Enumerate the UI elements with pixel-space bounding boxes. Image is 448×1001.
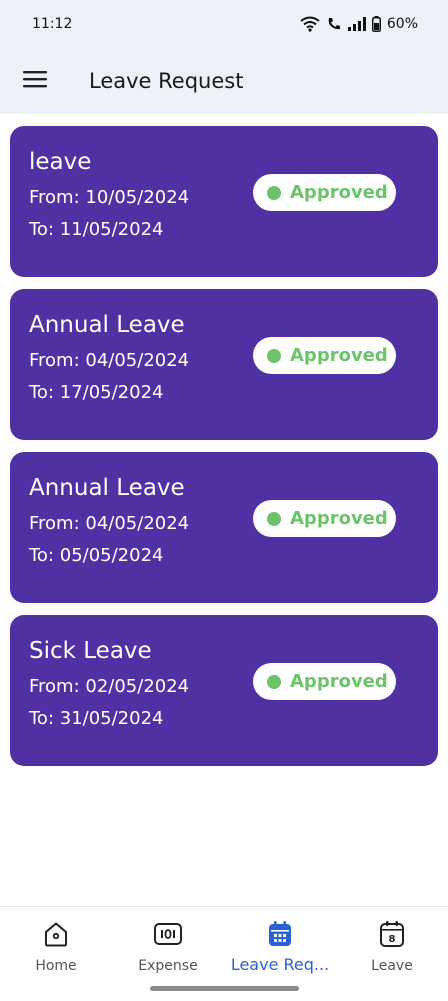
nav-label-leave-request: Leave Req... bbox=[230, 955, 330, 974]
leave-request-list: leave From: 10/05/2024 To: 11/05/2024 Ap… bbox=[10, 126, 438, 778]
battery-icon bbox=[371, 16, 381, 32]
status-dot-icon bbox=[267, 185, 281, 200]
calendar-number-icon: 8 bbox=[379, 919, 405, 949]
menu-button[interactable] bbox=[11, 57, 59, 105]
leave-request-card[interactable]: leave From: 10/05/2024 To: 11/05/2024 Ap… bbox=[10, 126, 438, 277]
status-badge: Approved bbox=[253, 337, 396, 374]
signal-icon bbox=[347, 17, 366, 31]
status-badge: Approved bbox=[253, 663, 396, 700]
leave-request-card[interactable]: Annual Leave From: 04/05/2024 To: 05/05/… bbox=[10, 452, 438, 603]
to-date: To: 11/05/2024 bbox=[29, 219, 164, 240]
status-dot-icon bbox=[267, 674, 281, 689]
home-indicator[interactable] bbox=[150, 986, 299, 991]
status-dot-icon bbox=[267, 511, 281, 526]
calendar-badge: 8 bbox=[389, 934, 396, 945]
expense-icon bbox=[153, 919, 183, 949]
call-icon bbox=[326, 16, 342, 32]
nav-label-expense: Expense bbox=[138, 958, 198, 974]
leave-request-card[interactable]: Sick Leave From: 02/05/2024 To: 31/05/20… bbox=[10, 615, 438, 766]
hamburger-icon bbox=[23, 70, 47, 92]
calendar-icon bbox=[267, 919, 293, 949]
status-badge: Approved bbox=[253, 174, 396, 211]
status-time: 11:12 bbox=[32, 16, 73, 32]
nav-label-home: Home bbox=[35, 958, 77, 974]
page-title: Leave Request bbox=[89, 69, 244, 93]
nav-label-leave: Leave bbox=[371, 958, 413, 974]
to-date: To: 31/05/2024 bbox=[29, 708, 164, 729]
app-bar: Leave Request bbox=[0, 48, 448, 114]
status-label: Approved bbox=[290, 508, 388, 529]
nav-item-leave[interactable]: 8 Leave bbox=[336, 907, 448, 1001]
to-date: To: 05/05/2024 bbox=[29, 545, 164, 566]
home-icon bbox=[42, 919, 70, 949]
leave-request-card[interactable]: Annual Leave From: 04/05/2024 To: 17/05/… bbox=[10, 289, 438, 440]
status-badge: Approved bbox=[253, 500, 396, 537]
wifi-icon bbox=[300, 16, 320, 32]
status-label: Approved bbox=[290, 671, 388, 692]
status-label: Approved bbox=[290, 345, 388, 366]
nav-item-home[interactable]: Home bbox=[0, 907, 112, 1001]
status-icons: 60% bbox=[300, 16, 418, 32]
to-date: To: 17/05/2024 bbox=[29, 382, 164, 403]
battery-percent: 60% bbox=[386, 16, 418, 32]
status-dot-icon bbox=[267, 348, 281, 363]
status-label: Approved bbox=[290, 182, 388, 203]
status-bar: 11:12 60% bbox=[0, 0, 448, 48]
